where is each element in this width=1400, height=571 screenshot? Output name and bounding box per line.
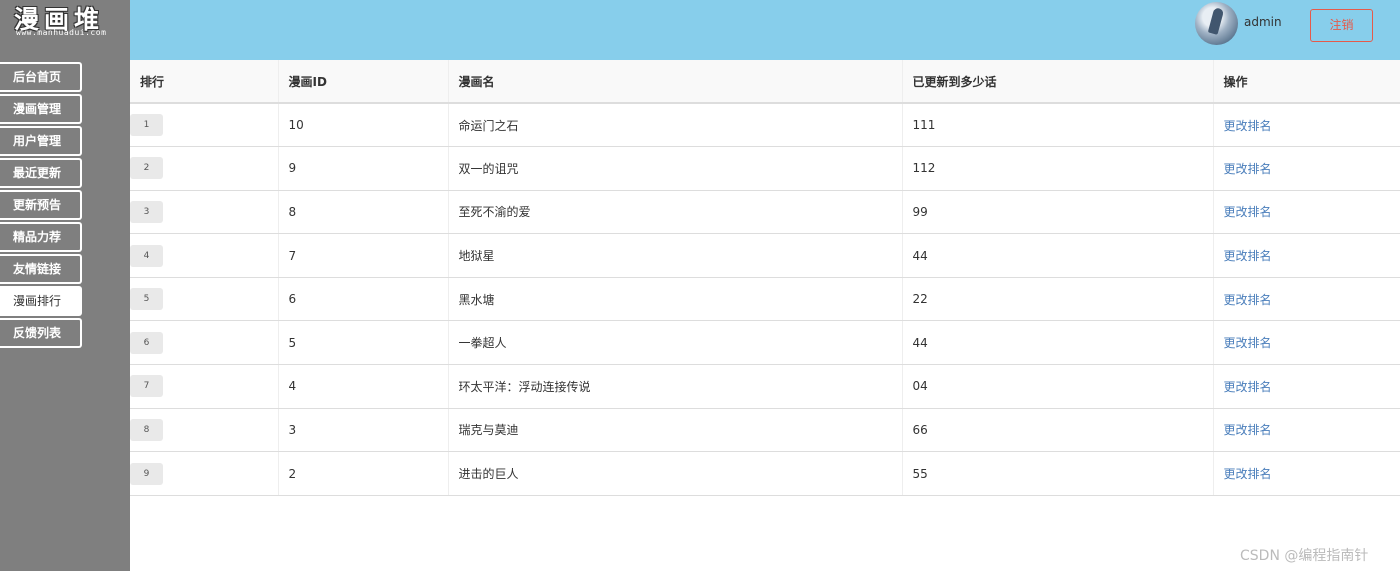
column-header-rank: 排行: [130, 60, 279, 104]
rank-cell: 3: [130, 190, 279, 235]
logout-button[interactable]: 注销: [1310, 9, 1373, 42]
action-cell: 更改排名: [1213, 320, 1400, 366]
action-cell: 更改排名: [1213, 233, 1400, 278]
sidebar-item-3[interactable]: 用户管理: [0, 126, 82, 156]
table-row: 3 8 至死不渝的爱 99 更改排名: [130, 190, 1400, 235]
rank-badge: 3: [130, 200, 163, 223]
rank-cell: 8: [130, 408, 279, 453]
comic-name-cell: 进击的巨人: [448, 451, 903, 496]
rank-cell: 4: [130, 233, 279, 278]
column-header-comic-id: 漫画ID: [278, 60, 449, 104]
comic-id-cell: 8: [278, 190, 449, 235]
rank-cell: 9: [130, 451, 279, 496]
change-rank-link[interactable]: 更改排名: [1224, 249, 1272, 263]
comic-name-cell: 瑞克与莫迪: [448, 408, 903, 453]
rank-badge: 7: [130, 375, 163, 398]
table-row: 1 10 命运门之石 111 更改排名: [130, 103, 1400, 148]
sidebar-item-4[interactable]: 最近更新: [0, 158, 82, 188]
action-cell: 更改排名: [1213, 408, 1400, 453]
rank-badge: 1: [130, 114, 163, 137]
table-row: 7 4 环太平洋：浮动连接传说 04 更改排名: [130, 364, 1400, 409]
logo[interactable]: 漫画堆 www.manhuadui.com: [0, 0, 130, 60]
episodes-cell: 44: [902, 233, 1214, 278]
action-cell: 更改排名: [1213, 277, 1400, 322]
comic-id-cell: 5: [278, 320, 449, 366]
rank-badge: 8: [130, 418, 163, 441]
comic-name-cell: 环太平洋：浮动连接传说: [448, 364, 903, 409]
episodes-cell: 04: [902, 364, 1214, 409]
comic-id-cell: 6: [278, 277, 449, 322]
table-row: 5 6 黑水塘 22 更改排名: [130, 277, 1400, 322]
sidebar-item-2[interactable]: 漫画管理: [0, 94, 82, 124]
rank-cell: 2: [130, 146, 279, 191]
change-rank-link[interactable]: 更改排名: [1224, 119, 1272, 133]
episodes-cell: 112: [902, 146, 1214, 191]
change-rank-link[interactable]: 更改排名: [1224, 162, 1272, 176]
action-cell: 更改排名: [1213, 364, 1400, 409]
comic-id-cell: 3: [278, 408, 449, 453]
change-rank-link[interactable]: 更改排名: [1224, 336, 1272, 350]
action-cell: 更改排名: [1213, 146, 1400, 191]
rank-badge: 5: [130, 288, 163, 311]
comic-name-cell: 至死不渝的爱: [448, 190, 903, 235]
change-rank-link[interactable]: 更改排名: [1224, 423, 1272, 437]
episodes-cell: 99: [902, 190, 1214, 235]
sidebar: 漫画堆 www.manhuadui.com 后台首页 漫画管理 用户管理 最近更新 更新…: [0, 0, 130, 571]
table-row: 6 5 一拳超人 44 更改排名: [130, 320, 1400, 366]
sidebar-item-8[interactable]: 漫画排行: [0, 286, 82, 316]
rank-cell: 7: [130, 364, 279, 409]
table-header-row: 排行 漫画ID 漫画名 已更新到多少话 操作: [130, 60, 1400, 104]
comic-name-cell: 黑水塘: [448, 277, 903, 322]
action-cell: 更改排名: [1213, 451, 1400, 496]
comic-name-cell: 一拳超人: [448, 320, 903, 366]
change-rank-link[interactable]: 更改排名: [1224, 467, 1272, 481]
watermark: CSDN @编程指南针: [1240, 548, 1369, 564]
sidebar-item-7[interactable]: 友情链接: [0, 254, 82, 284]
action-cell: 更改排名: [1213, 103, 1400, 148]
comic-id-cell: 2: [278, 451, 449, 496]
column-header-comic-name: 漫画名: [448, 60, 903, 104]
sidebar-item-1[interactable]: 后台首页: [0, 62, 82, 92]
username: admin: [1244, 15, 1282, 29]
sidebar-item-5[interactable]: 更新预告: [0, 190, 82, 220]
comic-id-cell: 7: [278, 233, 449, 278]
comic-id-cell: 9: [278, 146, 449, 191]
rank-cell: 1: [130, 103, 279, 148]
table-row: 2 9 双一的诅咒 112 更改排名: [130, 146, 1400, 191]
episodes-cell: 111: [902, 103, 1214, 148]
rank-badge: 9: [130, 462, 163, 485]
table-row: 4 7 地狱星 44 更改排名: [130, 233, 1400, 278]
rank-badge: 2: [130, 157, 163, 180]
change-rank-link[interactable]: 更改排名: [1224, 205, 1272, 219]
table-row: 9 2 进击的巨人 55 更改排名: [130, 451, 1400, 496]
user-avatar-icon[interactable]: [1195, 2, 1238, 45]
rank-cell: 6: [130, 320, 279, 366]
episodes-cell: 66: [902, 408, 1214, 453]
episodes-cell: 22: [902, 277, 1214, 322]
table-row: 8 3 瑞克与莫迪 66 更改排名: [130, 408, 1400, 453]
comic-id-cell: 10: [278, 103, 449, 148]
comic-id-cell: 4: [278, 364, 449, 409]
comic-name-cell: 命运门之石: [448, 103, 903, 148]
column-header-episodes: 已更新到多少话: [902, 60, 1214, 104]
logo-url: www.manhuadui.com: [16, 28, 107, 37]
episodes-cell: 55: [902, 451, 1214, 496]
change-rank-link[interactable]: 更改排名: [1224, 293, 1272, 307]
comic-name-cell: 双一的诅咒: [448, 146, 903, 191]
sidebar-item-6[interactable]: 精品力荐: [0, 222, 82, 252]
ranking-table: 排行 漫画ID 漫画名 已更新到多少话 操作 1 10 命运门之石 111 更改排名 2 9…: [130, 60, 1400, 496]
column-header-action: 操作: [1213, 60, 1400, 104]
rank-cell: 5: [130, 277, 279, 322]
sidebar-item-9[interactable]: 反馈列表: [0, 318, 82, 348]
rank-badge: 6: [130, 331, 163, 354]
comic-name-cell: 地狱星: [448, 233, 903, 278]
change-rank-link[interactable]: 更改排名: [1224, 380, 1272, 394]
rank-badge: 4: [130, 244, 163, 267]
episodes-cell: 44: [902, 320, 1214, 366]
action-cell: 更改排名: [1213, 190, 1400, 235]
